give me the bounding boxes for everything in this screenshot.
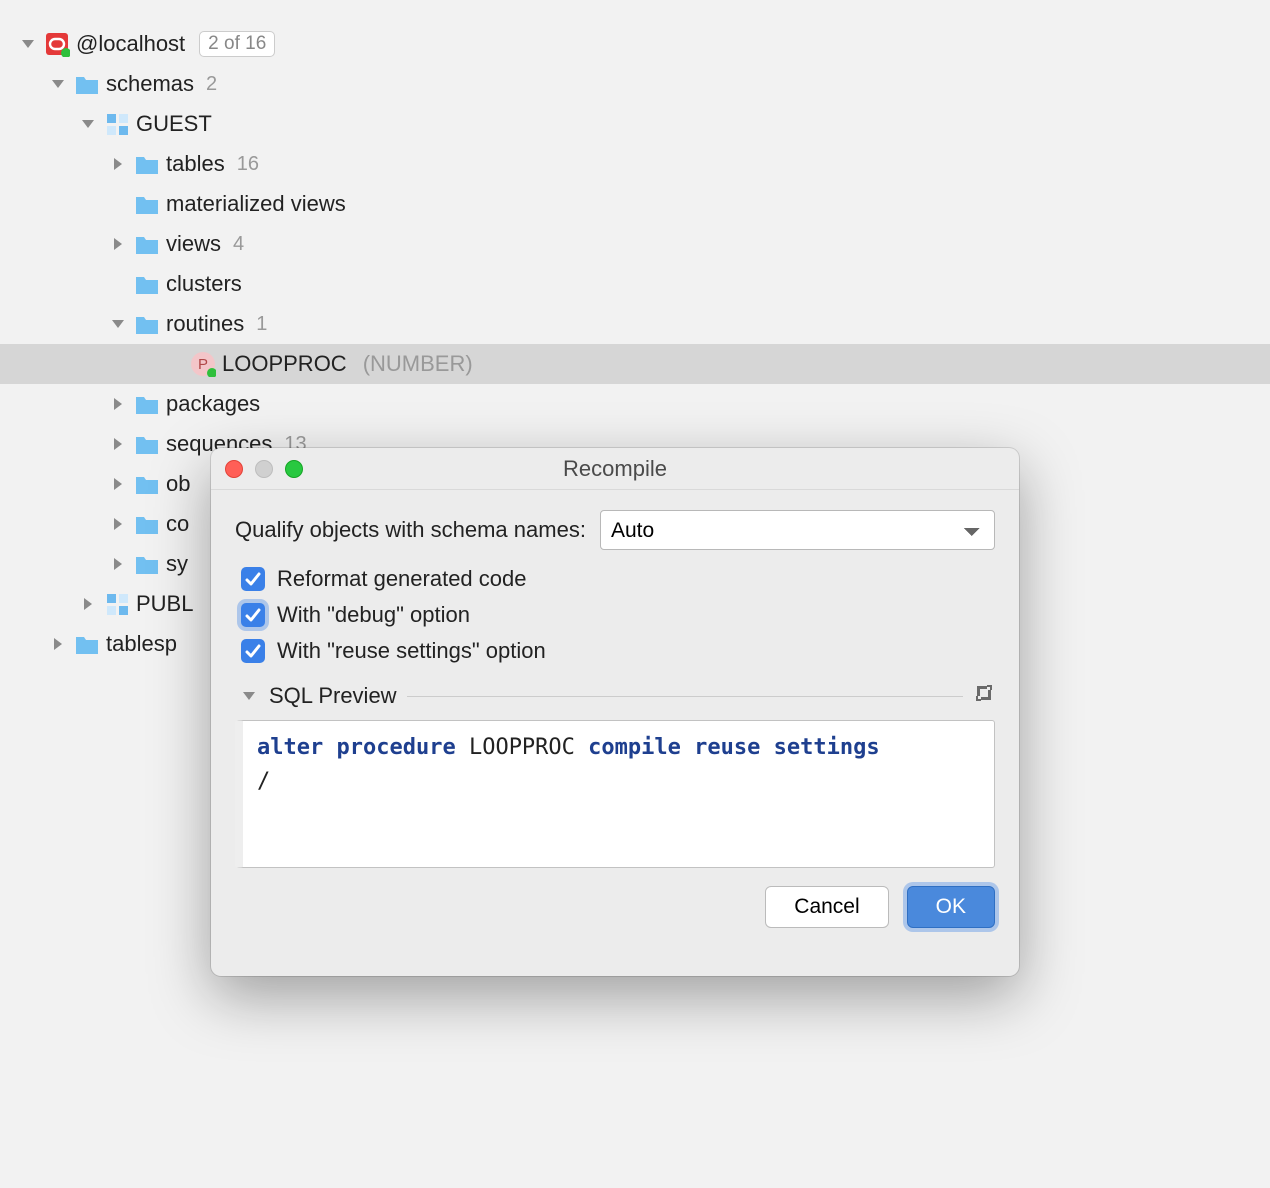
chevron-right-icon[interactable]: [108, 474, 128, 494]
count-label: 2: [206, 73, 217, 96]
count-label: 4: [233, 233, 244, 256]
folder-icon: [134, 551, 160, 577]
tree-node-guest[interactable]: GUEST: [0, 104, 1270, 144]
tree-label: routines: [166, 311, 244, 337]
section-title: SQL Preview: [269, 683, 397, 709]
qualify-select[interactable]: Auto: [600, 510, 995, 550]
tree-label: PUBL: [136, 591, 193, 617]
chevron-down-icon[interactable]: [48, 74, 68, 94]
ok-button[interactable]: OK: [907, 886, 995, 928]
tree-label: schemas: [106, 71, 194, 97]
tree-node-clusters[interactable]: clusters: [0, 264, 1270, 304]
folder-icon: [134, 191, 160, 217]
cancel-button[interactable]: Cancel: [765, 886, 888, 928]
divider: [407, 696, 963, 697]
tree-label: packages: [166, 391, 260, 417]
count-badge: 2 of 16: [199, 31, 275, 57]
reuse-checkbox-row[interactable]: With "reuse settings" option: [241, 638, 995, 664]
tree-node-packages[interactable]: packages: [0, 384, 1270, 424]
tree-label: tables: [166, 151, 225, 177]
tree-label: sy: [166, 551, 188, 577]
checkbox-icon[interactable]: [241, 567, 265, 591]
schema-icon: [104, 591, 130, 617]
tree-node-loopproc[interactable]: LOOPPROC (NUMBER): [0, 344, 1270, 384]
tree-node-connection[interactable]: @localhost 2 of 16: [0, 24, 1270, 64]
tree-node-views[interactable]: views 4: [0, 224, 1270, 264]
tree-label: tablesp: [106, 631, 177, 657]
chevron-right-icon[interactable]: [108, 154, 128, 174]
expand-icon[interactable]: [973, 682, 995, 710]
tree-node-schemas[interactable]: schemas 2: [0, 64, 1270, 104]
folder-icon: [134, 431, 160, 457]
chevron-down-icon[interactable]: [108, 314, 128, 334]
sql-preview-header[interactable]: SQL Preview: [239, 682, 995, 710]
tree-label: ob: [166, 471, 190, 497]
checkbox-icon[interactable]: [241, 603, 265, 627]
checkbox-label: With "debug" option: [277, 602, 470, 628]
reformat-checkbox-row[interactable]: Reformat generated code: [241, 566, 995, 592]
tree-label: views: [166, 231, 221, 257]
chevron-down-icon[interactable]: [239, 686, 259, 706]
dialog-title: Recompile: [211, 456, 1019, 482]
tree-node-materialized-views[interactable]: materialized views: [0, 184, 1270, 224]
folder-icon: [134, 391, 160, 417]
oracle-icon: [44, 31, 70, 57]
chevron-down-icon[interactable]: [78, 114, 98, 134]
checkbox-icon[interactable]: [241, 639, 265, 663]
folder-icon: [134, 151, 160, 177]
tree-label: LOOPPROC: [222, 351, 347, 377]
sql-preview[interactable]: alter procedure LOOPPROC compile reuse s…: [235, 720, 995, 868]
debug-checkbox-row[interactable]: With "debug" option: [241, 602, 995, 628]
tree-node-routines[interactable]: routines 1: [0, 304, 1270, 344]
count-label: 1: [256, 313, 267, 336]
tree-label: GUEST: [136, 111, 212, 137]
titlebar: Recompile: [211, 448, 1019, 490]
tree-node-tables[interactable]: tables 16: [0, 144, 1270, 184]
chevron-right-icon[interactable]: [108, 234, 128, 254]
chevron-down-icon[interactable]: [18, 34, 38, 54]
chevron-right-icon[interactable]: [108, 434, 128, 454]
qualify-label: Qualify objects with schema names:: [235, 517, 586, 543]
tree-label: co: [166, 511, 189, 537]
tree-label: clusters: [166, 271, 242, 297]
chevron-right-icon[interactable]: [78, 594, 98, 614]
checkbox-label: With "reuse settings" option: [277, 638, 546, 664]
folder-icon: [134, 511, 160, 537]
folder-icon: [74, 631, 100, 657]
folder-icon: [74, 71, 100, 97]
count-label: 16: [237, 153, 259, 176]
chevron-right-icon[interactable]: [108, 514, 128, 534]
folder-icon: [134, 311, 160, 337]
chevron-right-icon[interactable]: [48, 634, 68, 654]
folder-icon: [134, 471, 160, 497]
recompile-dialog: Recompile Qualify objects with schema na…: [211, 448, 1019, 976]
procedure-icon: [190, 351, 216, 377]
schema-icon: [104, 111, 130, 137]
tree-label: materialized views: [166, 191, 346, 217]
tree-label: @localhost: [76, 31, 185, 57]
checkbox-label: Reformat generated code: [277, 566, 527, 592]
type-label: (NUMBER): [363, 351, 473, 377]
chevron-right-icon[interactable]: [108, 554, 128, 574]
chevron-right-icon[interactable]: [108, 394, 128, 414]
folder-icon: [134, 271, 160, 297]
folder-icon: [134, 231, 160, 257]
